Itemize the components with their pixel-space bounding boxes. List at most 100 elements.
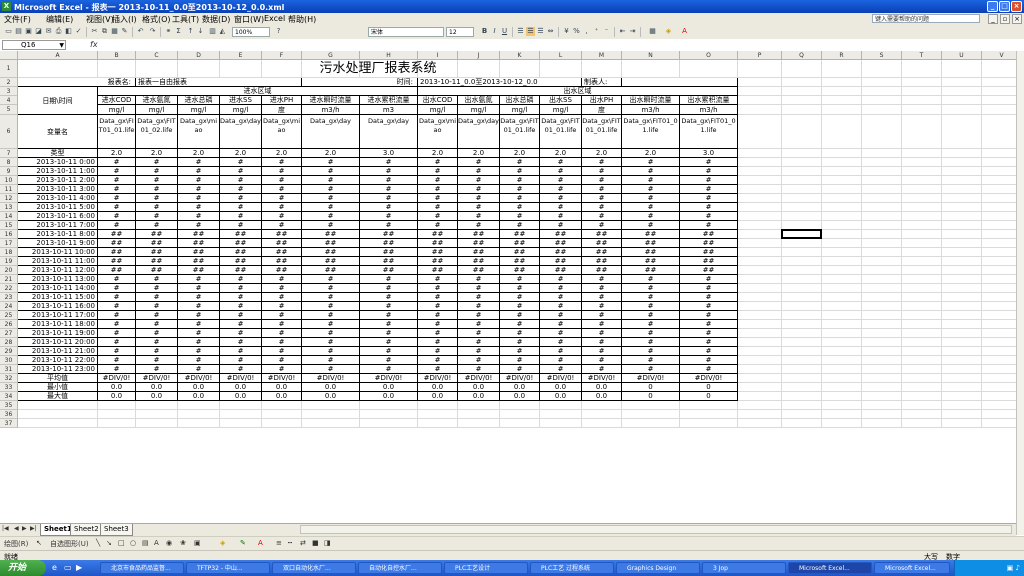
row-header-33[interactable]: 33 bbox=[0, 383, 18, 392]
align-right-icon[interactable]: ☰ bbox=[536, 27, 545, 36]
column-header-b[interactable]: B bbox=[98, 51, 136, 60]
task-button-2[interactable]: TFTP32 - 中山... bbox=[186, 562, 270, 574]
row-header-24[interactable]: 24 bbox=[0, 302, 18, 311]
task-button-8[interactable]: 3 Jop bbox=[702, 562, 786, 574]
rectangle-icon[interactable]: □ bbox=[118, 539, 125, 547]
formula-input[interactable] bbox=[100, 40, 1020, 50]
print-icon[interactable]: ⎙ bbox=[54, 27, 63, 36]
wordart-icon[interactable]: A bbox=[154, 539, 159, 547]
3d-icon[interactable]: ◨ bbox=[324, 539, 331, 547]
column-header-u[interactable]: U bbox=[942, 51, 982, 60]
menu-view[interactable]: 视图(V) bbox=[86, 14, 114, 25]
start-button[interactable]: 开始 bbox=[0, 560, 46, 576]
align-center-icon[interactable]: ☰ bbox=[526, 27, 535, 36]
row-header-16[interactable]: 16 bbox=[0, 230, 18, 239]
select-all-corner[interactable] bbox=[0, 51, 18, 60]
cut-icon[interactable]: ✂ bbox=[90, 27, 99, 36]
task-button-7[interactable]: Graphics Design bbox=[616, 562, 700, 574]
last-sheet-icon[interactable]: ▶| bbox=[30, 525, 37, 532]
font-size-select[interactable]: 12 bbox=[446, 27, 474, 37]
row-header-18[interactable]: 18 bbox=[0, 248, 18, 257]
column-header-v[interactable]: V bbox=[982, 51, 1016, 60]
column-header-k[interactable]: K bbox=[500, 51, 540, 60]
row-header-15[interactable]: 15 bbox=[0, 221, 18, 230]
bold-icon[interactable]: B bbox=[480, 27, 489, 36]
maximize-button[interactable]: □ bbox=[999, 1, 1010, 12]
decrease-decimal-icon[interactable]: ⁻ bbox=[602, 27, 611, 36]
next-sheet-icon[interactable]: ▶ bbox=[22, 525, 27, 532]
column-header-i[interactable]: I bbox=[418, 51, 458, 60]
chevron-down-icon[interactable]: ▼ bbox=[59, 41, 64, 50]
autosum-icon[interactable]: Σ bbox=[174, 27, 183, 36]
row-header-36[interactable]: 36 bbox=[0, 410, 18, 419]
copy-icon[interactable]: ⧉ bbox=[100, 27, 109, 36]
undo-icon[interactable]: ↶ bbox=[136, 27, 145, 36]
row-header-12[interactable]: 12 bbox=[0, 194, 18, 203]
column-header-d[interactable]: D bbox=[178, 51, 220, 60]
column-header-p[interactable]: P bbox=[738, 51, 782, 60]
line-icon[interactable]: ╲ bbox=[96, 539, 100, 547]
name-box[interactable]: Q16 ▼ bbox=[2, 40, 66, 50]
comma-icon[interactable]: , bbox=[582, 27, 591, 36]
desktop-icon[interactable]: ▭ bbox=[64, 563, 72, 572]
row-header-7[interactable]: 7 bbox=[0, 149, 18, 158]
row-header-26[interactable]: 26 bbox=[0, 320, 18, 329]
italic-icon[interactable]: I bbox=[490, 27, 499, 36]
row-header-22[interactable]: 22 bbox=[0, 284, 18, 293]
currency-icon[interactable]: ¥ bbox=[562, 27, 571, 36]
tab-sheet2[interactable]: Sheet2 bbox=[70, 524, 103, 536]
task-button-5[interactable]: PLC工艺设计 bbox=[444, 562, 528, 574]
select-objects-icon[interactable]: ↖ bbox=[36, 539, 42, 547]
arrow-style-icon[interactable]: ⇄ bbox=[300, 539, 306, 547]
sort-desc-icon[interactable]: ↓ bbox=[196, 27, 205, 36]
row-header-37[interactable]: 37 bbox=[0, 419, 18, 428]
zoom-select[interactable]: 100% bbox=[232, 27, 270, 37]
column-header-q[interactable]: Q bbox=[782, 51, 822, 60]
help-question-box[interactable]: 键入需要帮助的问题 bbox=[872, 14, 980, 23]
row-header-31[interactable]: 31 bbox=[0, 365, 18, 374]
row-header-8[interactable]: 8 bbox=[0, 158, 18, 167]
column-header-o[interactable]: O bbox=[680, 51, 738, 60]
row-header-4[interactable]: 4 bbox=[0, 96, 18, 105]
paste-icon[interactable]: ▦ bbox=[110, 27, 119, 36]
menu-window[interactable]: 窗口(W) bbox=[234, 14, 264, 25]
font-color-icon-2[interactable]: A bbox=[258, 539, 263, 547]
row-header-3[interactable]: 3 bbox=[0, 87, 18, 96]
hyperlink-icon[interactable]: ⚭ bbox=[164, 27, 173, 36]
percent-icon[interactable]: % bbox=[572, 27, 581, 36]
textbox-icon[interactable]: ▤ bbox=[142, 539, 149, 547]
close-button[interactable]: × bbox=[1011, 1, 1022, 12]
row-header-23[interactable]: 23 bbox=[0, 293, 18, 302]
column-header-n[interactable]: N bbox=[622, 51, 680, 60]
spelling-icon[interactable]: ✓ bbox=[74, 27, 83, 36]
doc-close-button[interactable]: × bbox=[1012, 14, 1022, 24]
fill-color-icon[interactable]: ◈ bbox=[664, 27, 673, 36]
new-icon[interactable]: ▭ bbox=[4, 27, 13, 36]
row-header-25[interactable]: 25 bbox=[0, 311, 18, 320]
clipart-icon[interactable]: ❀ bbox=[180, 539, 186, 547]
line-color-icon[interactable]: ✎ bbox=[240, 539, 246, 547]
column-header-a[interactable]: A bbox=[18, 51, 98, 60]
menu-format[interactable]: 格式(O) bbox=[142, 14, 171, 25]
email-icon[interactable]: ✉ bbox=[44, 27, 53, 36]
doc-restore-button[interactable]: ▫ bbox=[1000, 14, 1010, 24]
save-icon[interactable]: ▣ bbox=[24, 27, 33, 36]
volume-icon[interactable]: ♪ bbox=[1016, 564, 1020, 572]
help-icon[interactable]: ? bbox=[274, 27, 283, 36]
column-header-r[interactable]: R bbox=[822, 51, 862, 60]
draw-menu[interactable]: 绘图(R) bbox=[4, 539, 28, 549]
decrease-indent-icon[interactable]: ⇤ bbox=[618, 27, 627, 36]
task-button-9[interactable]: Microsoft Excel... bbox=[788, 562, 872, 574]
selected-cell[interactable] bbox=[781, 229, 822, 239]
open-icon[interactable]: ▤ bbox=[14, 27, 23, 36]
menu-help[interactable]: 帮助(H) bbox=[288, 14, 316, 25]
menu-tools[interactable]: 工具(T) bbox=[172, 14, 199, 25]
print-preview-icon[interactable]: ◧ bbox=[64, 27, 73, 36]
column-header-f[interactable]: F bbox=[262, 51, 302, 60]
row-header-1[interactable]: 1 bbox=[0, 60, 18, 78]
column-header-s[interactable]: S bbox=[862, 51, 902, 60]
menu-data[interactable]: 数据(D) bbox=[202, 14, 230, 25]
format-painter-icon[interactable]: ✎ bbox=[120, 27, 129, 36]
row-header-28[interactable]: 28 bbox=[0, 338, 18, 347]
row-header-11[interactable]: 11 bbox=[0, 185, 18, 194]
